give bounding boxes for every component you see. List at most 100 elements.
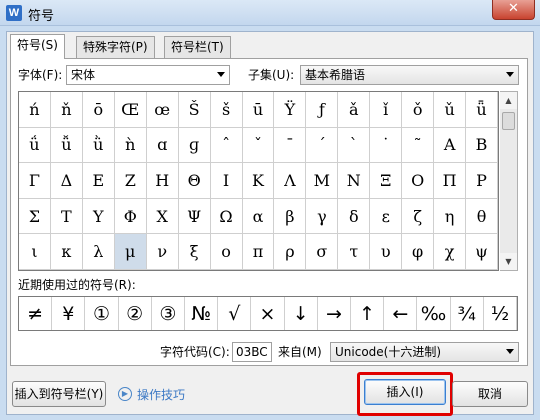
symbol-cell[interactable]: ˆ [210, 127, 243, 164]
symbol-cell[interactable]: ǐ [370, 92, 403, 128]
symbol-cell[interactable]: Ζ [114, 163, 147, 199]
cancel-button[interactable]: 取消 [452, 381, 528, 407]
help-icon[interactable]: ▶ [118, 387, 132, 401]
recent-symbol-cell[interactable]: ↓ [285, 297, 318, 330]
symbol-cell[interactable]: ǚ [50, 127, 83, 164]
symbol-cell[interactable]: Ι [210, 163, 243, 199]
tab-symbol-bar[interactable]: 符号栏(T) [164, 36, 231, 58]
symbol-cell[interactable]: Χ [146, 198, 179, 235]
symbol-cell[interactable]: ǔ [434, 92, 467, 128]
symbol-cell[interactable]: ζ [402, 198, 435, 235]
symbol-cell[interactable]: Τ [50, 198, 83, 235]
symbol-cell[interactable]: Γ [19, 163, 51, 199]
symbol-cell[interactable]: Κ [242, 163, 275, 199]
symbol-cell[interactable]: φ [402, 234, 435, 270]
font-select[interactable]: 宋体 [66, 65, 230, 85]
symbol-cell[interactable]: ǎ [338, 92, 371, 128]
recent-symbol-cell[interactable]: ↑ [351, 297, 385, 330]
recent-symbol-cell[interactable]: ¥ [52, 297, 86, 330]
symbol-cell[interactable]: ɡ [178, 127, 211, 164]
symbol-cell[interactable]: ˉ [274, 127, 307, 164]
symbol-cell[interactable]: ǹ [114, 127, 147, 164]
symbol-cell[interactable]: ˊ [306, 127, 339, 164]
symbol-cell[interactable]: Ω [210, 198, 243, 235]
symbol-cell[interactable]: Š [178, 92, 211, 128]
symbol-cell[interactable]: π [242, 234, 275, 270]
symbol-cell[interactable]: ǘ [19, 127, 51, 164]
symbol-cell[interactable]: ε [370, 198, 403, 235]
char-code-input[interactable]: 03BC [232, 342, 272, 362]
symbol-cell[interactable]: Υ [82, 198, 115, 235]
symbol-cell[interactable]: Θ [178, 163, 211, 199]
symbol-cell[interactable]: Μ [306, 163, 339, 199]
tab-special-chars[interactable]: 特殊字符(P) [76, 36, 155, 58]
symbol-cell[interactable]: Ψ [178, 198, 211, 235]
symbol-cell[interactable]: ū [242, 92, 275, 128]
recent-symbol-cell[interactable]: ≠ [19, 297, 53, 330]
symbol-cell[interactable]: Ο [402, 163, 435, 199]
recent-symbol-cell[interactable]: ← [384, 297, 418, 330]
symbol-cell[interactable]: ˋ [338, 127, 371, 164]
symbol-cell[interactable]: Ÿ [274, 92, 307, 128]
symbol-cell[interactable]: δ [338, 198, 371, 235]
scroll-up-icon[interactable]: ▲ [500, 92, 517, 109]
scroll-thumb[interactable] [502, 112, 515, 130]
recent-symbol-cell[interactable]: № [185, 297, 219, 330]
symbol-cell[interactable]: ɑ [146, 127, 179, 164]
symbol-cell[interactable]: œ [146, 92, 179, 128]
symbol-cell[interactable]: ψ [466, 234, 498, 270]
symbol-cell[interactable]: Η [146, 163, 179, 199]
tab-symbols[interactable]: 符号(S) [10, 34, 65, 59]
symbol-cell[interactable]: ν [146, 234, 179, 270]
symbol-cell[interactable]: Ξ [370, 163, 403, 199]
subset-select[interactable]: 基本希腊语 [300, 65, 519, 85]
symbol-cell[interactable]: ρ [274, 234, 307, 270]
recent-symbol-cell[interactable]: ② [119, 297, 152, 330]
symbol-cell[interactable]: Β [466, 127, 498, 164]
symbol-cell[interactable]: ˜ [402, 127, 435, 164]
from-select[interactable]: Unicode(十六进制) [330, 342, 519, 362]
symbol-cell[interactable]: λ [82, 234, 115, 270]
symbol-cell[interactable]: Λ [274, 163, 307, 199]
symbol-cell[interactable]: ο [210, 234, 243, 270]
symbol-cell[interactable]: υ [370, 234, 403, 270]
symbol-cell[interactable]: ň [50, 92, 83, 128]
symbol-cell[interactable]: Ν [338, 163, 371, 199]
symbol-cell[interactable]: Σ [19, 198, 51, 235]
symbol-cell[interactable]: Π [434, 163, 467, 199]
insert-button[interactable]: 插入(I) [364, 379, 446, 405]
symbol-cell[interactable]: ˙ [370, 127, 403, 164]
symbol-cell[interactable]: γ [306, 198, 339, 235]
symbol-cell[interactable]: ǖ [466, 92, 498, 128]
symbol-cell[interactable]: Ε [82, 163, 115, 199]
symbol-cell[interactable]: σ [306, 234, 339, 270]
symbol-cell[interactable]: ι [19, 234, 51, 270]
scroll-down-icon[interactable]: ▼ [500, 253, 517, 270]
recent-symbol-cell[interactable]: ½ [484, 297, 517, 330]
symbol-cell[interactable]: š [210, 92, 243, 128]
grid-scrollbar[interactable]: ▲ ▼ [500, 91, 518, 271]
symbol-cell[interactable]: χ [434, 234, 467, 270]
symbol-cell[interactable]: κ [50, 234, 83, 270]
symbol-cell[interactable]: Ρ [466, 163, 498, 199]
symbol-cell[interactable]: τ [338, 234, 371, 270]
close-button[interactable]: ✕ [492, 0, 535, 20]
tips-link[interactable]: 操作技巧 [137, 386, 185, 403]
symbol-cell[interactable]: θ [466, 198, 498, 235]
recent-symbol-cell[interactable]: × [251, 297, 285, 330]
symbol-cell[interactable]: Α [434, 127, 467, 164]
symbol-cell[interactable]: ǜ [82, 127, 115, 164]
symbol-cell[interactable]: Δ [50, 163, 83, 199]
symbol-cell[interactable]: ō [82, 92, 115, 128]
symbol-cell[interactable]: ń [19, 92, 51, 128]
symbol-cell[interactable]: μ [114, 234, 147, 270]
symbol-cell[interactable]: η [434, 198, 467, 235]
recent-symbol-cell[interactable]: √ [218, 297, 252, 330]
recent-symbol-cell[interactable]: ③ [152, 297, 185, 330]
recent-symbol-cell[interactable]: ① [85, 297, 119, 330]
symbol-cell[interactable]: ˇ [242, 127, 275, 164]
symbol-cell[interactable]: β [274, 198, 307, 235]
recent-symbol-cell[interactable]: ‰ [417, 297, 451, 330]
symbol-cell[interactable]: Œ [114, 92, 147, 128]
symbol-cell[interactable]: ǒ [402, 92, 435, 128]
